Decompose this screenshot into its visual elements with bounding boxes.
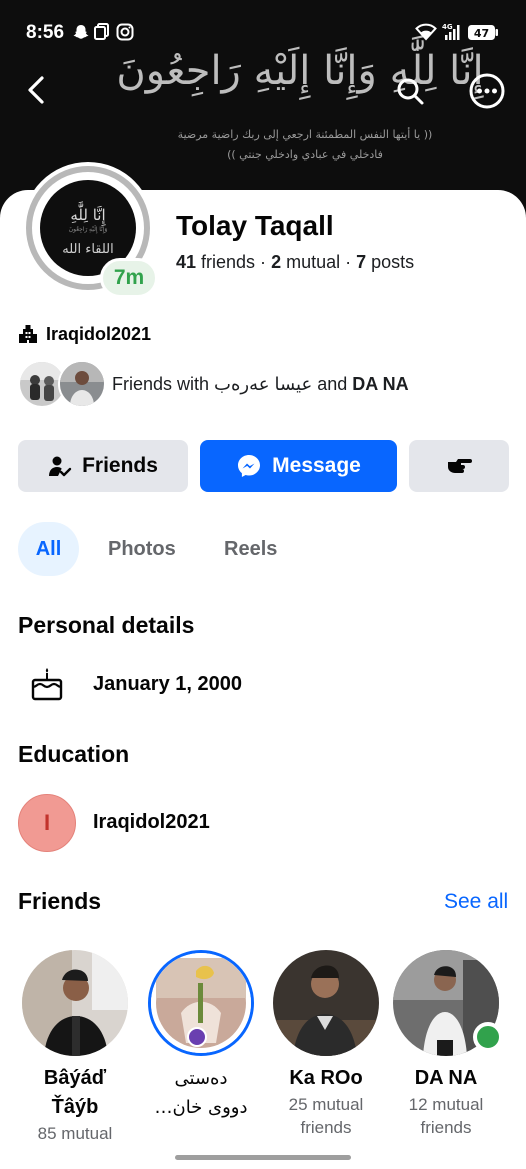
tab-reels[interactable]: Reels (224, 522, 277, 576)
mutual-count: 2 (271, 252, 282, 272)
poke-button[interactable] (409, 440, 509, 492)
friend-check-icon (48, 454, 72, 478)
story-badge-icon (187, 1027, 207, 1047)
avatar-calligraphy-small: وَإِنَّا إِلَيْهِ رَاجِعُونَ (68, 227, 108, 233)
back-arrow-icon (28, 76, 44, 104)
school-avatar[interactable]: I (18, 794, 76, 852)
snapchat-icon (72, 23, 90, 46)
battery-icon: 47 (467, 24, 499, 46)
posts-count: 7 (356, 252, 367, 272)
poke-icon (448, 459, 472, 473)
friend-name: DA NA (414, 1067, 478, 1089)
tab-photos[interactable]: Photos (108, 522, 176, 576)
mutual-friends-text: Friends with عیسا عەرەب and DA NA (112, 374, 409, 395)
friend-card[interactable]: دەستی دووی خان… (145, 950, 257, 1122)
work-info[interactable]: Iraqidol2021 (18, 321, 151, 347)
building-icon (19, 325, 37, 343)
friend-name: دەستی دووی خان… (154, 1068, 248, 1118)
friend-avatar-with-story (148, 950, 254, 1056)
active-status-badge: 7m (100, 258, 158, 298)
search-icon (397, 78, 424, 105)
message-button[interactable]: Message (200, 440, 397, 492)
friend-avatar (22, 950, 128, 1056)
friend-mutual-count: 12 mutual friends (408, 1095, 484, 1137)
personal-details-title: Personal details (18, 612, 195, 638)
work-label: Iraqidol2021 (46, 323, 152, 344)
profile-name: Tolay Taqall (176, 210, 334, 241)
search-button[interactable] (390, 70, 430, 110)
wifi-icon (415, 23, 437, 46)
avatar-calligraphy: إِنَّا لِلَّٰهِ (70, 206, 106, 224)
friends-button-label: Friends (82, 454, 158, 477)
back-button[interactable] (18, 70, 58, 110)
cover-verse-line: فادخلي في عبادي وادخلي جنتي )) (227, 148, 383, 161)
home-indicator[interactable] (175, 1155, 351, 1160)
mutual-friend-name: DA NA (352, 373, 409, 394)
birthday-cake-icon (30, 666, 64, 707)
friend-mutual-count: 25 mutual friends (288, 1095, 364, 1137)
svg-text:4G: 4G (442, 23, 453, 31)
friend-card[interactable]: DA NA 12 mutual friends (390, 950, 503, 1139)
cellular-signal-icon: 4G (442, 22, 462, 47)
battery-level: 47 (474, 27, 489, 40)
friend-name: Bâýáď Ťâýb (43, 1067, 107, 1118)
friend-avatar (273, 950, 379, 1056)
status-time: 8:56 (26, 22, 65, 43)
more-options-button[interactable] (466, 70, 508, 112)
cover-verse-line: (( يا أيتها النفس المطمئنة ارجعي إلى ربك… (177, 128, 433, 141)
message-button-label: Message (272, 454, 361, 477)
friends-button[interactable]: Friends (18, 440, 188, 492)
instagram-icon (116, 23, 134, 46)
status-bar: 8:56 4G 47 (0, 0, 526, 64)
profile-stats[interactable]: 41 friends · 2 mutual · 7 posts (176, 252, 414, 273)
mutual-friend-avatar (58, 360, 106, 408)
see-all-friends-link[interactable]: See all (444, 890, 508, 914)
avatar-calligraphy-bottom: اللقاء الله (62, 242, 114, 257)
mutual-prefix: Friends with (112, 373, 215, 394)
messenger-icon (236, 453, 262, 479)
mutual-friend-name: عیسا عەرەب (214, 373, 313, 394)
mutual-label: mutual · (281, 252, 357, 272)
tab-all[interactable]: All (18, 522, 79, 576)
posts-label: posts (366, 252, 415, 272)
friends-label: friends · (196, 252, 272, 272)
friends-section-title: Friends (18, 888, 102, 914)
friend-name: Ka ROo (289, 1067, 363, 1089)
school-name[interactable]: Iraqidol2021 (93, 811, 210, 834)
online-status-dot (473, 1022, 503, 1052)
friends-count: 41 (176, 252, 197, 272)
friend-card[interactable]: Ka ROo 25 mutual friends (270, 950, 382, 1139)
mutual-and: and (312, 373, 353, 394)
mutual-friends-row[interactable]: Friends with عیسا عەرەب and DA NA (18, 360, 409, 408)
birthday-text: January 1, 2000 (93, 673, 242, 695)
friend-card[interactable]: Bâýáď Ťâýb 85 mutual (19, 950, 131, 1145)
copy-icon (94, 23, 110, 46)
friend-mutual-count: 85 mutual (37, 1124, 113, 1143)
more-icon (469, 73, 505, 109)
education-title: Education (18, 741, 130, 767)
